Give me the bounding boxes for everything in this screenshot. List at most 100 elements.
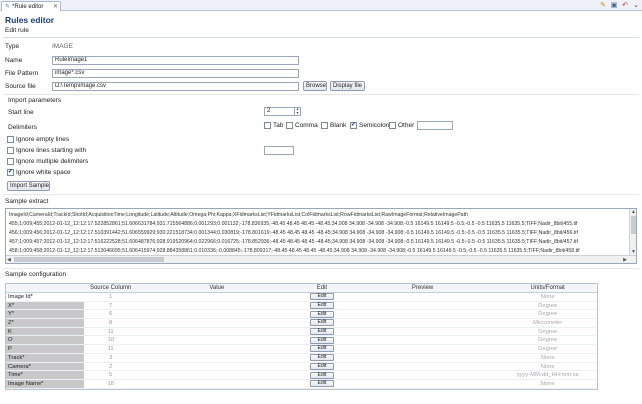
ignore-white-space-checkbox[interactable]: ✔ Ignore white space — [7, 169, 71, 176]
edit-button[interactable]: Edit — [309, 345, 334, 353]
table-row[interactable]: P 11 Edit Degree — [6, 345, 597, 354]
name-field[interactable]: RuleImage1 — [52, 56, 299, 65]
table-row[interactable]: Time* 5 Edit yyyy-MM-dd_HH:mm:ss — [6, 371, 597, 380]
edit-button[interactable]: Edit — [309, 293, 334, 301]
checkbox-icon — [7, 147, 14, 154]
import-sample-button[interactable]: Import Sample — [7, 181, 50, 191]
other-delimiter-field[interactable] — [417, 121, 453, 130]
tab-rule-editor[interactable]: ✎ *Rule editor ✕ — [1, 1, 61, 11]
source-column[interactable]: 11 — [85, 328, 137, 336]
table-row[interactable]: Camera* 2 Edit None — [6, 362, 597, 372]
edit-button[interactable]: Edit — [309, 371, 334, 379]
ignore-prefix-field[interactable] — [264, 146, 294, 155]
source-column[interactable]: 5 — [85, 371, 137, 379]
vertical-scrollbar[interactable]: ▲ ▼ — [629, 209, 636, 255]
page-subtitle: Edit rule — [5, 27, 29, 34]
edit-button[interactable]: Edit — [309, 362, 334, 370]
import-parameters-title: Import parameters — [8, 97, 62, 104]
edit-button[interactable]: Edit — [309, 354, 334, 362]
chevron-down-icon[interactable]: ⌄ — [632, 1, 640, 9]
preview-cell — [347, 371, 498, 379]
delimiter-other-checkbox[interactable]: Other — [389, 122, 414, 129]
table-row[interactable]: O 10 Edit Degree — [6, 336, 597, 346]
table-row[interactable]: X* 7 Edit Degree — [6, 301, 597, 311]
edit-button[interactable]: Edit — [309, 336, 334, 344]
scroll-thumb[interactable] — [14, 257, 164, 262]
field-name: O — [6, 336, 85, 345]
units-format[interactable]: None — [498, 293, 597, 301]
table-row[interactable]: Y* 6 Edit Degree — [6, 310, 597, 320]
delimiter-semicolon-checkbox[interactable]: ✔ Semicolon — [350, 122, 389, 129]
value-cell — [137, 328, 297, 336]
delimiter-tab-checkbox[interactable]: Tab — [264, 122, 283, 129]
source-column[interactable]: 2 — [85, 363, 137, 371]
scroll-left-icon[interactable]: ◀ — [7, 257, 11, 263]
horizontal-scrollbar[interactable]: ◀ ▶ — [6, 255, 636, 263]
source-column[interactable]: 7 — [85, 302, 137, 310]
units-format[interactable]: Micrometer — [498, 319, 597, 327]
ignore-multiple-delimiters-label: Ignore multiple delimiters — [16, 158, 89, 165]
delimiter-blank-label: Blank — [330, 122, 347, 129]
start-line-stepper[interactable]: 2 ▲ ▼ — [264, 107, 301, 116]
field-name: Image Name* — [6, 379, 85, 388]
units-format[interactable]: Degree — [498, 336, 597, 344]
pencil-icon[interactable]: ✎ — [599, 1, 607, 9]
source-column[interactable]: 10 — [85, 336, 137, 344]
spinner-arrows-icon[interactable]: ▲ ▼ — [294, 107, 300, 115]
browse-button[interactable]: Browse — [303, 81, 327, 91]
edit-button[interactable]: Edit — [309, 380, 334, 388]
units-format[interactable]: None — [498, 354, 597, 362]
value-cell — [137, 345, 297, 353]
page-title: Rules editor — [5, 15, 55, 25]
source-column[interactable]: 1 — [85, 293, 137, 301]
undo-icon[interactable]: ↶ — [621, 1, 629, 9]
sample-extract-area[interactable]: ImageId;CameraId;TrackId;ShotId;Acquisit… — [5, 208, 637, 264]
display-file-button[interactable]: Display file — [330, 81, 365, 91]
edit-button[interactable]: Edit — [309, 310, 334, 318]
extract-line: 457;1;009;457;2012-01-12_12:12:17.516222… — [9, 239, 578, 245]
column-header-name — [6, 284, 85, 292]
units-format[interactable]: Degree — [498, 345, 597, 353]
table-row[interactable]: Z* 8 Edit Micrometer — [6, 319, 597, 328]
delimiter-blank-checkbox[interactable]: Blank — [321, 122, 346, 129]
scroll-right-icon[interactable]: ▶ — [623, 257, 627, 263]
file-pattern-field[interactable]: image*.csv — [52, 69, 299, 78]
save-icon[interactable]: ▣ — [610, 1, 618, 9]
scroll-thumb[interactable] — [631, 216, 636, 234]
column-header-edit: Edit — [316, 284, 328, 291]
ignore-lines-starting-checkbox[interactable]: Ignore lines starting with — [7, 147, 86, 154]
units-format[interactable]: yyyy-MM-dd_HH:mm:ss — [498, 371, 597, 379]
units-format[interactable]: Degree — [498, 328, 597, 336]
edit-button[interactable]: Edit — [309, 319, 334, 327]
ignore-multiple-delimiters-checkbox[interactable]: Ignore multiple delimiters — [7, 158, 88, 165]
delimiter-comma-checkbox[interactable]: Comma — [286, 122, 318, 129]
units-format[interactable]: Degree — [498, 310, 597, 318]
table-row[interactable]: K 11 Edit Degree — [6, 327, 597, 337]
checkbox-icon — [286, 122, 293, 129]
field-name: Track* — [6, 353, 85, 362]
column-header-value: Value — [209, 285, 225, 291]
value-cell — [137, 336, 297, 344]
table-row[interactable]: Track* 3 Edit None — [6, 353, 597, 363]
toolbar: ✎ ▣ ↶ ⌄ — [599, 1, 640, 9]
source-file-field[interactable]: D:\Temp\image.csv — [52, 82, 299, 91]
table-row[interactable]: Image Id* 1 Edit None — [6, 293, 597, 302]
source-column[interactable]: 11 — [85, 345, 137, 353]
units-format[interactable]: None — [498, 363, 597, 371]
source-column[interactable]: 8 — [85, 319, 137, 327]
source-column[interactable]: 3 — [85, 354, 137, 362]
checkbox-icon — [7, 158, 14, 165]
type-value: IMAGE — [52, 43, 73, 50]
edit-button[interactable]: Edit — [309, 302, 334, 310]
ignore-empty-lines-label: Ignore empty lines — [16, 136, 70, 143]
table-header: Source Column Value Edit Preview Units/F… — [6, 284, 597, 293]
units-format[interactable]: None — [498, 380, 597, 388]
source-column[interactable]: 18 — [85, 380, 137, 388]
scroll-up-icon[interactable]: ▲ — [631, 209, 636, 215]
table-row[interactable]: Image Name* 18 Edit None — [6, 379, 597, 389]
ignore-empty-lines-checkbox[interactable]: Ignore empty lines — [7, 136, 69, 143]
close-icon[interactable]: ✕ — [53, 3, 58, 10]
source-column[interactable]: 6 — [85, 310, 137, 318]
units-format[interactable]: Degree — [498, 302, 597, 310]
edit-button[interactable]: Edit — [309, 328, 334, 336]
